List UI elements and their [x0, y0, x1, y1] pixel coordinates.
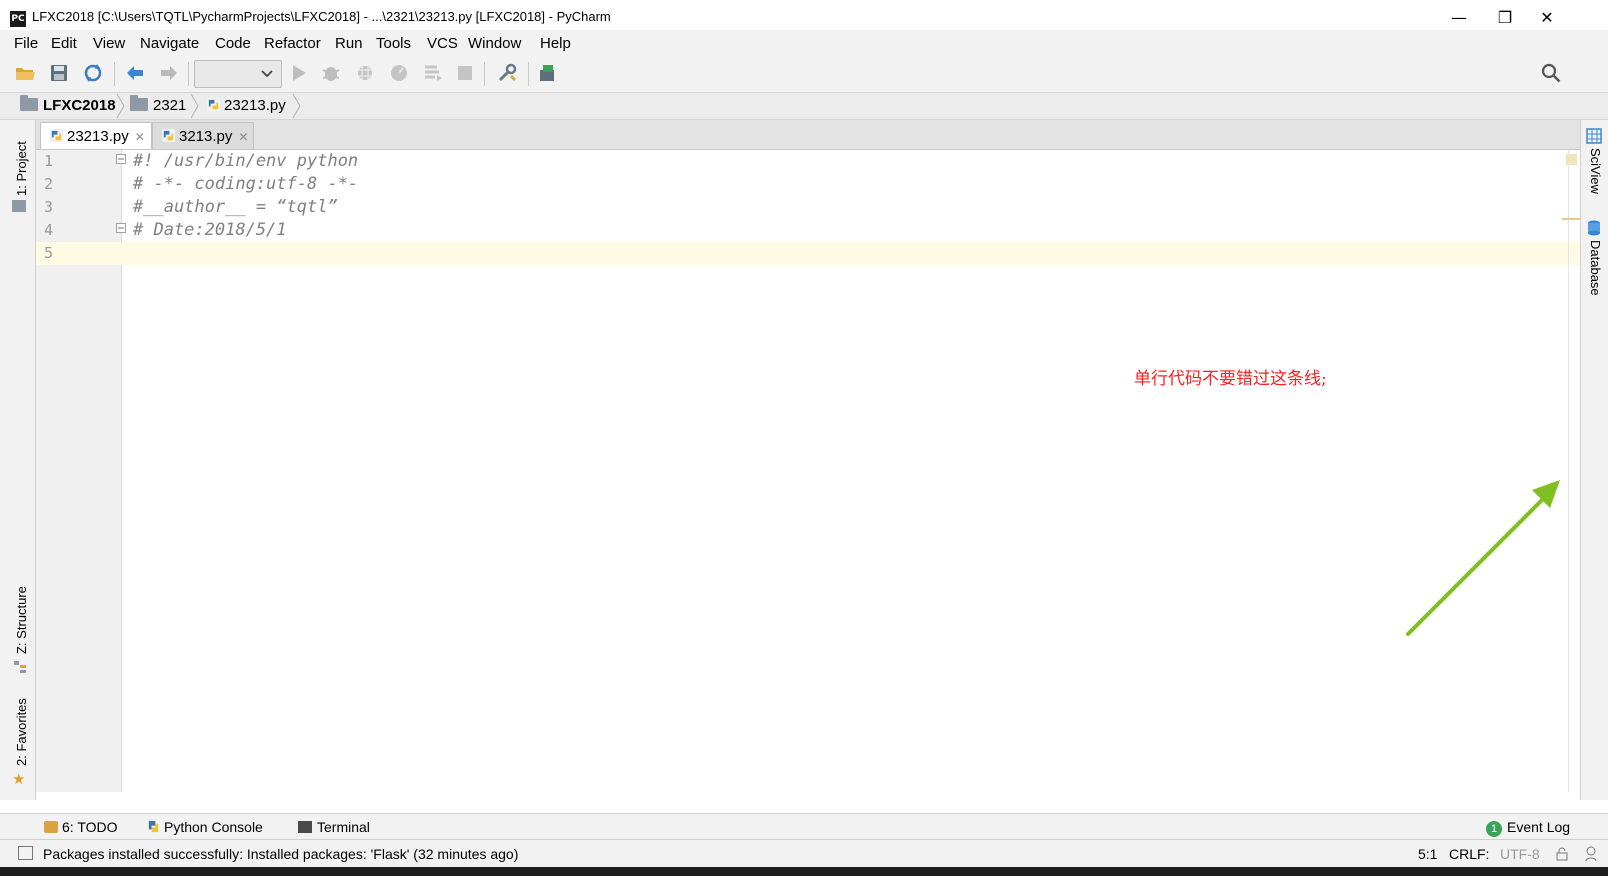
python-file-icon [49, 128, 64, 143]
favorites-tool-tab[interactable]: 2: Favorites [14, 698, 29, 766]
breadcrumb-project[interactable]: LFXC2018 [20, 95, 116, 114]
left-tool-strip: 1: Project Z: Structure 2: Favorites ★ [0, 120, 36, 800]
line-number: 5 [44, 244, 54, 262]
main-toolbar [0, 56, 1608, 92]
sciview-tool-tab[interactable]: SciView [1588, 148, 1603, 194]
project-tool-tab[interactable]: 1: Project [14, 141, 29, 196]
breadcrumb-separator-icon [190, 93, 199, 119]
status-message[interactable]: Packages installed successfully: Install… [43, 846, 518, 862]
editor-tab-bar: 23213.py ✕ 3213.py ✕ [36, 120, 1580, 150]
tool-window-bar: 6: TODO Python Console Terminal 1 Event L… [0, 813, 1608, 839]
forward-icon[interactable] [158, 62, 180, 84]
settings-icon[interactable] [496, 62, 518, 84]
sync-icon[interactable] [82, 62, 104, 84]
fold-end-icon[interactable] [116, 223, 126, 233]
fold-start-icon[interactable] [116, 154, 126, 164]
close-tab-icon[interactable]: ✕ [238, 130, 248, 144]
chevron-down-icon [261, 70, 273, 78]
stop-icon[interactable] [454, 62, 476, 84]
run-icon[interactable] [288, 62, 310, 84]
python-icon [148, 820, 159, 833]
breadcrumb-separator-icon [292, 93, 301, 119]
todo-tool-button[interactable]: 6: TODO [44, 819, 118, 835]
terminal-icon [298, 821, 312, 833]
event-log-tool-button[interactable]: 1 Event Log [1486, 819, 1570, 837]
search-icon[interactable] [1540, 62, 1562, 84]
code-line: # -*- coding:utf-8 -*- [133, 174, 359, 194]
breadcrumb: LFXC2018 2321 23213.py [0, 92, 1608, 120]
database-icon [1588, 220, 1600, 236]
menu-view[interactable]: View [93, 35, 125, 52]
code-line: # Date:2018/5/1 [133, 220, 287, 240]
menu-bar: File Edit View Navigate Code Refactor Ru… [0, 30, 1608, 56]
open-folder-icon[interactable] [14, 62, 36, 84]
structure-icon [13, 660, 27, 674]
tool-windows-toggle-icon[interactable] [18, 846, 33, 860]
line-number: 3 [44, 198, 54, 216]
line-number: 4 [44, 221, 54, 239]
event-log-badge: 1 [1486, 821, 1502, 837]
code-line: #! /usr/bin/env python [133, 151, 359, 171]
code-line: #__author__ = “tqtl” [133, 197, 338, 217]
menu-run[interactable]: Run [335, 35, 363, 52]
menu-window[interactable]: Window [468, 35, 521, 52]
folder-icon [130, 95, 148, 111]
annotation-text: 单行代码不要错过这条线; [1134, 369, 1327, 389]
breadcrumb-separator-icon [116, 93, 125, 119]
coverage-icon[interactable] [354, 62, 376, 84]
status-bar: Packages installed successfully: Install… [0, 839, 1608, 867]
save-icon[interactable] [48, 62, 70, 84]
todo-icon [44, 821, 58, 833]
breadcrumb-file[interactable]: 23213.py [206, 97, 286, 114]
menu-vcs[interactable]: VCS [427, 35, 458, 52]
file-encoding[interactable]: UTF-8 [1500, 846, 1540, 862]
python-console-tool-button[interactable]: Python Console [146, 819, 263, 835]
sciview-icon [1586, 128, 1602, 144]
tab-23213-py[interactable]: 23213.py ✕ [40, 122, 152, 149]
project-folder-icon [12, 200, 26, 212]
star-icon: ★ [12, 770, 26, 788]
terminal-tool-button[interactable]: Terminal [298, 819, 370, 835]
menu-navigate[interactable]: Navigate [140, 35, 199, 52]
caret-position[interactable]: 5:1 [1418, 846, 1437, 862]
hector-icon[interactable] [1584, 846, 1598, 862]
inspection-status-icon[interactable] [1566, 154, 1577, 165]
tab-3213-py[interactable]: 3213.py ✕ [152, 122, 254, 149]
caret-line-highlight [36, 242, 1580, 265]
menu-edit[interactable]: Edit [51, 35, 77, 52]
folder-icon [20, 95, 38, 111]
profile-icon[interactable] [388, 62, 410, 84]
lock-icon[interactable] [1556, 847, 1568, 861]
scroll-marker[interactable] [1562, 218, 1580, 220]
menu-file[interactable]: File [14, 35, 38, 52]
menu-tools[interactable]: Tools [376, 35, 411, 52]
line-number: 1 [44, 152, 54, 170]
concurrency-icon[interactable] [422, 62, 444, 84]
sdk-icon[interactable] [536, 62, 558, 84]
menu-code[interactable]: Code [215, 35, 251, 52]
debug-icon[interactable] [320, 62, 342, 84]
right-tool-strip: SciView Database [1580, 120, 1608, 800]
run-configuration-select[interactable] [194, 60, 282, 88]
line-separator[interactable]: CRLF: [1449, 846, 1489, 862]
menu-refactor[interactable]: Refactor [264, 35, 321, 52]
structure-tool-tab[interactable]: Z: Structure [14, 586, 29, 654]
menu-help[interactable]: Help [540, 35, 571, 52]
back-icon[interactable] [124, 62, 146, 84]
close-tab-icon[interactable]: ✕ [135, 130, 145, 144]
breadcrumb-folder[interactable]: 2321 [130, 95, 186, 114]
window-title: LFXC2018 [C:\Users\TQTL\PycharmProjects\… [32, 9, 611, 24]
python-file-icon [161, 128, 176, 143]
python-file-icon [206, 97, 221, 112]
taskbar-edge [0, 867, 1608, 876]
pycharm-logo-icon: PC [10, 11, 26, 27]
database-tool-tab[interactable]: Database [1588, 240, 1603, 296]
line-number: 2 [44, 175, 54, 193]
annotation-arrow [1406, 480, 1560, 636]
